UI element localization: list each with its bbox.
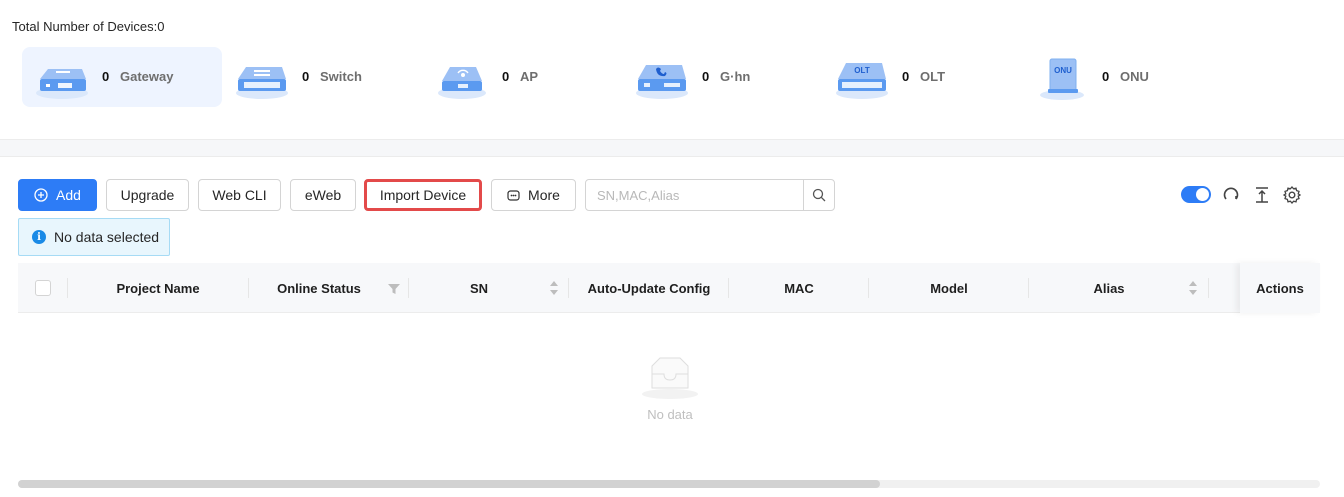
- gateway-icon: [36, 69, 88, 99]
- device-card-onu[interactable]: ONU 0 ONU: [1022, 47, 1222, 107]
- onu-badge-text: ONU: [1054, 66, 1072, 75]
- empty-state-text: No data: [647, 407, 693, 422]
- col-mac: MAC: [784, 280, 814, 296]
- switch-label: Switch: [320, 69, 362, 84]
- device-card-switch[interactable]: 0 Switch: [222, 47, 422, 107]
- device-card-gateway[interactable]: 0 Gateway: [22, 47, 222, 107]
- col-project-name: Project Name: [116, 280, 200, 296]
- sort-icon[interactable]: [1186, 279, 1200, 297]
- more-button-label: More: [528, 187, 560, 203]
- section-divider: [0, 140, 1344, 157]
- auto-refresh-toggle[interactable]: [1181, 186, 1211, 203]
- onu-count: 0: [1102, 69, 1110, 84]
- empty-inbox-icon: [642, 357, 698, 399]
- table-header: Project Name Online Status SN Auto-Updat…: [18, 263, 1320, 313]
- filter-icon[interactable]: [387, 279, 401, 297]
- device-search: [585, 179, 835, 211]
- web-cli-button[interactable]: Web CLI: [198, 179, 281, 211]
- olt-badge-text: OLT: [854, 66, 870, 75]
- ap-label: AP: [520, 69, 539, 84]
- ghn-icon: [636, 65, 688, 99]
- gateway-label: Gateway: [120, 69, 174, 84]
- col-model: Model: [930, 280, 968, 296]
- eweb-button[interactable]: eWeb: [290, 179, 356, 211]
- select-all-checkbox[interactable]: [35, 280, 51, 296]
- col-online-status: Online Status: [277, 280, 361, 296]
- onu-icon: ONU: [1040, 58, 1084, 100]
- olt-icon: OLT: [836, 63, 888, 99]
- ap-icon: [438, 67, 486, 99]
- search-button[interactable]: [803, 180, 834, 210]
- gateway-count: 0: [102, 69, 110, 84]
- export-icon[interactable]: [1252, 185, 1272, 205]
- olt-count: 0: [902, 69, 910, 84]
- selection-info-banner: i No data selected: [18, 218, 170, 256]
- ap-count: 0: [502, 69, 510, 84]
- sort-icon[interactable]: [547, 279, 561, 297]
- more-dots-icon: [507, 189, 520, 202]
- toggle-knob: [1196, 188, 1209, 201]
- col-alias: Alias: [1093, 280, 1125, 296]
- settings-gear-icon[interactable]: [1282, 185, 1302, 205]
- scrollbar-thumb[interactable]: [18, 480, 880, 488]
- column-divider: [1208, 278, 1209, 298]
- more-button[interactable]: More: [491, 179, 576, 211]
- horizontal-scrollbar[interactable]: [18, 480, 1320, 488]
- device-card-ap[interactable]: 0 AP: [422, 47, 622, 107]
- import-device-button[interactable]: Import Device: [364, 179, 482, 211]
- col-sn: SN: [469, 280, 489, 296]
- ghn-label: G·hn: [720, 69, 751, 84]
- device-card-olt[interactable]: OLT 0 OLT: [822, 47, 1022, 107]
- total-devices-label: Total Number of Devices:0: [12, 19, 165, 34]
- empty-state: No data: [620, 356, 720, 422]
- info-icon: i: [32, 230, 46, 244]
- search-input[interactable]: [586, 180, 804, 210]
- refresh-icon[interactable]: [1221, 185, 1241, 205]
- device-card-ghn[interactable]: 0 G·hn: [622, 47, 822, 107]
- olt-label: OLT: [920, 69, 946, 84]
- upgrade-button[interactable]: Upgrade: [106, 179, 189, 211]
- selection-info-text: No data selected: [54, 229, 160, 245]
- switch-count: 0: [302, 69, 310, 84]
- plus-circle-icon: [34, 188, 48, 202]
- search-icon: [812, 188, 826, 202]
- col-actions: Actions: [1240, 263, 1320, 313]
- onu-label: ONU: [1120, 69, 1149, 84]
- add-button-label: Add: [56, 187, 81, 203]
- ghn-count: 0: [702, 69, 710, 84]
- col-auto-update-config: Auto-Update Config: [587, 280, 711, 296]
- switch-icon: [236, 67, 288, 99]
- device-summary-panel: Total Number of Devices:0 0 Gateway 0 Sw…: [0, 0, 1344, 140]
- add-button[interactable]: Add: [18, 179, 97, 211]
